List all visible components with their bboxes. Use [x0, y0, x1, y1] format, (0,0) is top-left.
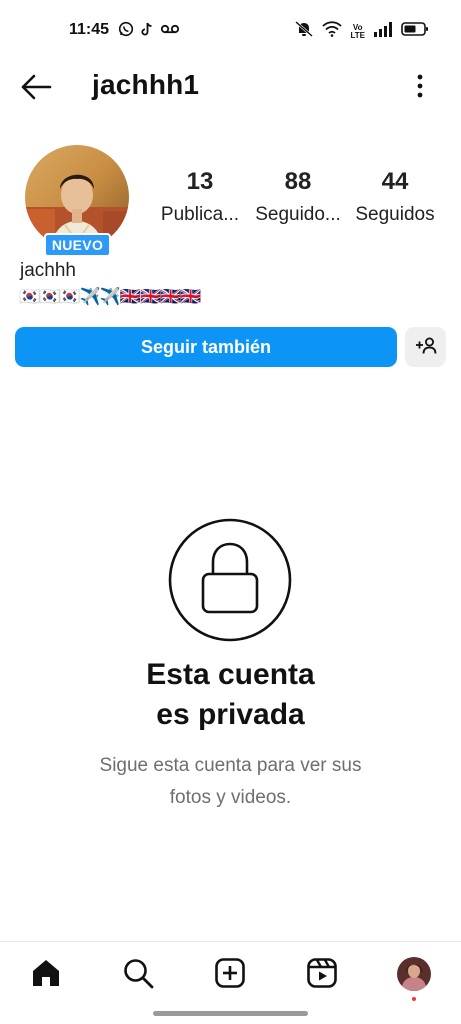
status-bar: 11:45 Vo LTE: [0, 0, 461, 60]
mute-icon: [294, 20, 314, 43]
private-sub-line1: Sigue esta cuenta para ver sus: [99, 755, 362, 776]
stat-following-label: Seguidos: [355, 204, 435, 225]
stat-posts-value: 13: [186, 168, 214, 195]
reels-icon: [306, 957, 338, 994]
home-indicator[interactable]: [153, 1011, 308, 1016]
lock-icon: [168, 518, 292, 642]
add-person-icon: [415, 335, 437, 360]
profile-header: jachhh1: [0, 60, 461, 112]
private-title-line2: es privada: [156, 698, 305, 731]
wifi-icon: [322, 21, 343, 42]
nav-create[interactable]: [213, 957, 247, 994]
volte-icon: Vo LTE: [350, 23, 365, 40]
nav-reels[interactable]: [305, 957, 339, 994]
tiktok-icon: [139, 21, 155, 42]
nav-search[interactable]: [121, 958, 155, 992]
nav-profile-avatar[interactable]: [397, 957, 431, 991]
follow-back-button[interactable]: Seguir también: [15, 327, 397, 367]
back-button[interactable]: [20, 74, 52, 100]
private-account-subtitle: Sigue esta cuenta para ver sus fotos y v…: [60, 750, 401, 814]
battery-icon: [401, 21, 429, 42]
profile-bio: 🇰🇷🇰🇷🇰🇷✈️✈️🇬🇧🇬🇧🇬🇧🇬🇧: [19, 287, 202, 306]
whatsapp-icon: [118, 21, 134, 42]
status-time: 11:45: [69, 21, 110, 38]
create-icon: [214, 957, 246, 994]
search-icon: [122, 957, 154, 994]
page-title: jachhh1: [92, 69, 200, 100]
stat-posts[interactable]: 13 Publica...: [159, 168, 241, 228]
private-sub-line2: fotos y videos.: [169, 787, 292, 808]
nav-home[interactable]: [29, 958, 63, 992]
home-icon: [30, 957, 62, 994]
signal-icon: [373, 21, 393, 42]
stat-following-value: 44: [381, 168, 409, 195]
volte-line2: LTE: [350, 30, 365, 40]
suggested-accounts-button[interactable]: [405, 327, 446, 367]
stat-followers-value: 88: [284, 168, 312, 195]
new-badge: NUEVO: [44, 233, 111, 257]
display-name: jachhh: [20, 260, 76, 281]
more-vertical-icon: [410, 74, 430, 104]
more-options-button[interactable]: [410, 72, 430, 100]
arrow-left-icon: [20, 74, 52, 104]
status-right-icons: Vo LTE: [294, 20, 429, 43]
private-account-title: Esta cuenta es privada: [0, 655, 461, 735]
private-title-line1: Esta cuenta: [146, 658, 315, 691]
stat-posts-label: Publica...: [160, 204, 240, 225]
status-left-icons: [118, 21, 180, 42]
voicemail-icon: [160, 22, 180, 41]
stat-following[interactable]: 44 Seguidos: [352, 168, 438, 228]
stat-followers-label: Seguido...: [255, 204, 341, 225]
notification-dot: [412, 997, 416, 1001]
stat-followers[interactable]: 88 Seguido...: [254, 168, 342, 228]
